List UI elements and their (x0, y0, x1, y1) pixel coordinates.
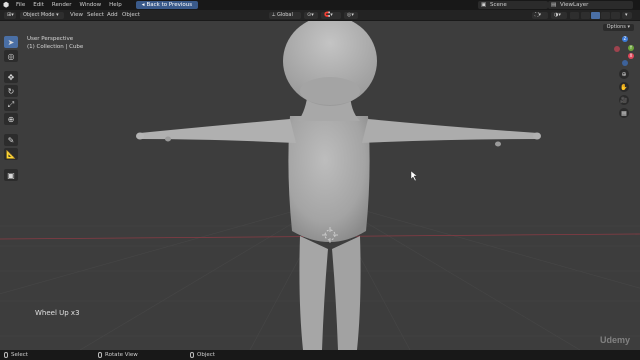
scene-selector[interactable]: ▣ Scene (478, 1, 548, 9)
menu-render[interactable]: Render (48, 0, 76, 10)
menu-help[interactable]: Help (105, 0, 126, 10)
scene-name: Scene (490, 2, 507, 8)
status-select-label: Select (11, 352, 28, 358)
menu-edit[interactable]: Edit (29, 0, 48, 10)
camera-view-icon[interactable]: 🎥 (619, 95, 629, 105)
orientation-label: Global (276, 12, 293, 18)
status-object-label: Object (197, 352, 215, 358)
status-rotate-label: Rotate View (105, 352, 138, 358)
shading-options-dropdown[interactable]: ▾ (622, 12, 632, 19)
material-shading-button[interactable] (601, 12, 610, 19)
add-cube-tool-icon[interactable]: ▣ (4, 169, 18, 181)
character-mesh[interactable] (136, 21, 541, 350)
menu-add[interactable]: Add (107, 12, 118, 19)
orientation-gizmo[interactable]: Z Y X (614, 36, 636, 66)
z-axis-icon[interactable]: Z (622, 36, 628, 42)
y-axis-label: Y (629, 45, 633, 50)
scene-field[interactable]: ▣ Scene (478, 1, 548, 9)
menu-window[interactable]: Window (75, 0, 105, 10)
z-axis-neg-icon[interactable] (622, 60, 628, 66)
solid-shading-button[interactable] (591, 12, 600, 19)
viewport-header: ⊞▾ Object Mode ▾ View Select Add Object … (0, 10, 640, 21)
rotate-tool-icon[interactable]: ↻ (4, 85, 18, 97)
navigation-gizmo-panel: Z Y X ⊕ ✋ 🎥 ▦ (614, 36, 634, 118)
zoom-view-icon[interactable]: ⊕ (619, 69, 629, 79)
view-name: User Perspective (27, 36, 74, 42)
rendered-shading-button[interactable] (611, 12, 620, 19)
viewport-gizmos-button[interactable]: ⛶▾ (532, 12, 548, 19)
menu-view[interactable]: View (70, 12, 83, 19)
proportional-edit-button[interactable]: ◎▾ (344, 12, 358, 19)
menu-object[interactable]: Object (122, 12, 140, 19)
pivot-point-button[interactable]: ⊙▾ (304, 12, 318, 19)
menu-file[interactable]: File (12, 0, 29, 10)
last-operation-text: Wheel Up x3 (35, 309, 80, 317)
blender-logo-icon[interactable]: ⬢ (0, 0, 12, 10)
y-axis-icon[interactable]: Y (628, 45, 634, 51)
transform-orientation-dropdown[interactable]: ⟂ Global (269, 12, 301, 19)
scale-tool-icon[interactable]: ⤢ (4, 99, 18, 111)
select-box-tool-icon[interactable]: ➤ (4, 36, 18, 48)
status-bar: Select Rotate View Object (0, 350, 640, 360)
editor-type-button[interactable]: ⊞▾ (4, 12, 16, 19)
viewport-scene (0, 21, 640, 350)
collection-info: (1) Collection | Cube (27, 44, 84, 50)
perspective-toggle-icon[interactable]: ▦ (619, 108, 629, 118)
overlays-button[interactable]: ◑▾ (551, 12, 567, 19)
view-layer-selector[interactable]: ▤ ViewLayer (548, 1, 633, 9)
x-axis-icon[interactable]: X (628, 53, 634, 59)
back-arrow-icon: ◂ (141, 2, 145, 8)
object-mode-label: Object Mode (23, 12, 55, 18)
middle-mouse-icon (98, 352, 102, 358)
move-tool-icon[interactable]: ✥ (4, 71, 18, 83)
measure-tool-icon[interactable]: 📐 (4, 148, 18, 160)
annotate-tool-icon[interactable]: ✎ (4, 134, 18, 146)
snap-button[interactable]: 🧲▾ (321, 12, 341, 19)
top-menu-bar: ⬢ File Edit Render Window Help ◂ Back to… (0, 0, 640, 10)
3d-viewport[interactable] (0, 21, 640, 350)
left-mouse-icon (4, 352, 8, 358)
object-mode-dropdown[interactable]: Object Mode ▾ (20, 12, 64, 19)
scene-icon: ▣ (481, 2, 487, 8)
back-to-previous-button[interactable]: ◂ Back to Previous (135, 1, 199, 9)
orientation-icon: ⟂ (272, 12, 276, 18)
status-select-hint: Select (4, 352, 28, 358)
x-axis-label: X (629, 53, 633, 58)
mouse-pointer-icon (410, 170, 418, 182)
view-layer-icon: ▤ (551, 2, 557, 8)
view-layer-field[interactable]: ▤ ViewLayer (548, 1, 633, 9)
left-toolbar: ➤ ◎ ✥ ↻ ⤢ ⊕ ✎ 📐 ▣ (4, 36, 18, 181)
z-axis-label: Z (623, 36, 627, 41)
status-rotate-hint: Rotate View (98, 352, 138, 358)
options-dropdown[interactable]: Options ▾ (602, 24, 634, 31)
pan-view-icon[interactable]: ✋ (619, 82, 629, 92)
wireframe-shading-button[interactable] (581, 12, 590, 19)
transform-tool-icon[interactable]: ⊕ (4, 113, 18, 125)
xray-toggle[interactable] (570, 12, 579, 19)
options-label: Options (606, 24, 626, 30)
back-to-previous-label: Back to Previous (146, 2, 193, 8)
udemy-watermark: Udemy (599, 335, 630, 345)
cursor-tool-icon[interactable]: ◎ (4, 50, 18, 62)
right-mouse-icon (190, 352, 194, 358)
status-object-hint: Object (190, 352, 215, 358)
menu-select[interactable]: Select (87, 12, 104, 19)
view-layer-name: ViewLayer (560, 2, 589, 8)
x-axis-neg-icon[interactable] (614, 46, 620, 52)
